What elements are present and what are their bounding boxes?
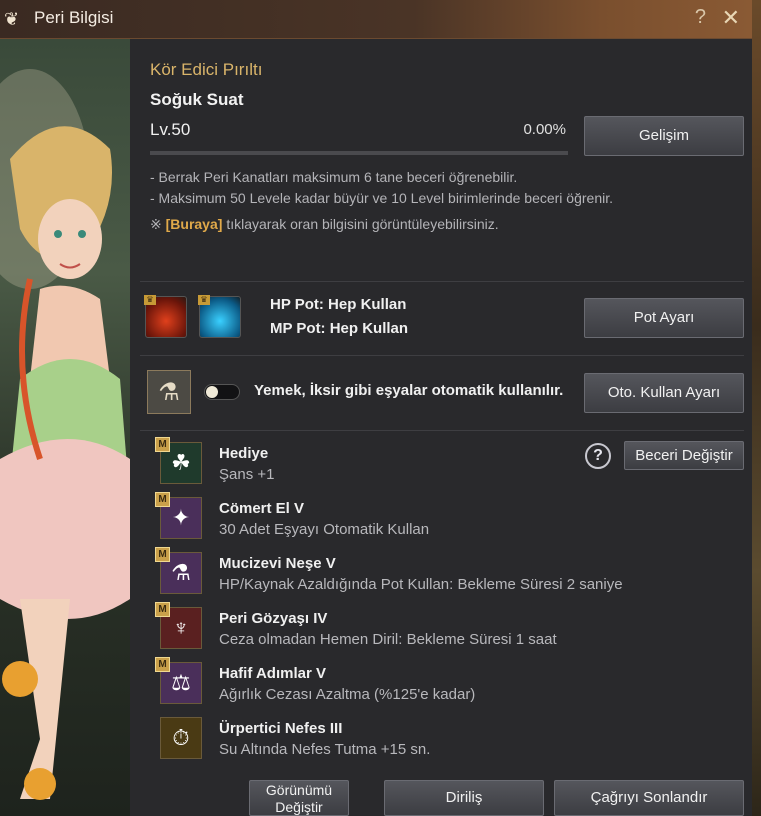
skill-description: 30 Adet Eşyayı Otomatik Kullan <box>219 521 430 538</box>
background-scenery <box>752 0 761 816</box>
auto-use-toggle[interactable] <box>204 384 240 400</box>
info-line-3-text: tıklayarak oran bilgisini görüntüleyebil… <box>226 216 499 232</box>
info-line-2: - Maksimum 50 Levele kadar büyür ve 10 L… <box>150 190 613 206</box>
skill-title: Ürpertici Nefes III <box>219 720 343 737</box>
toggle-knob <box>206 386 218 398</box>
divider <box>140 355 744 356</box>
skill-description: HP/Kaynak Azaldığında Pot Kullan: Beklem… <box>219 576 623 593</box>
skill-description: Şans +1 <box>219 466 275 483</box>
skill-grade-badge: M <box>155 547 170 562</box>
auto-use-description: Yemek, İksir gibi eşyalar otomatik kulla… <box>254 382 564 399</box>
progress-bar <box>150 151 568 155</box>
skill-description: Ağırlık Cezası Azaltma (%125'e kadar) <box>219 686 476 703</box>
skill-grade-badge: M <box>155 492 170 507</box>
skill-title: Cömert El V <box>219 500 305 517</box>
skill-grade-badge: M <box>155 657 170 672</box>
title-bar: ❦ Peri Bilgisi ? ✕ <box>0 0 752 39</box>
hp-pot-status: HP Pot: Hep Kullan <box>270 296 407 313</box>
fairy-illustration <box>0 69 130 800</box>
level-value: 50 <box>171 120 191 139</box>
info-line-3: ※ [Buraya] tıklayarak oran bilgisini gör… <box>150 216 499 233</box>
peri-portrait <box>0 39 130 816</box>
evolve-button[interactable]: Gelişim <box>584 116 744 156</box>
crown-icon: ♛ <box>198 295 210 305</box>
skill-help-icon[interactable]: ? <box>585 443 611 469</box>
progress-percent: 0.00% <box>523 121 566 138</box>
level-display: Lv.50 <box>150 120 190 140</box>
close-icon[interactable]: ✕ <box>722 5 740 31</box>
peri-name: Kör Edici Pırıltı <box>150 60 263 79</box>
hp-potion-icon[interactable]: ♛ <box>144 295 187 338</box>
window-title: Peri Bilgisi <box>34 8 114 27</box>
level-prefix: Lv. <box>150 120 172 139</box>
change-appearance-line-2: Değiştir <box>275 799 323 815</box>
note-mark: ※ <box>150 216 162 232</box>
skill-title: Hafif Adımlar V <box>219 665 326 682</box>
breath-icon[interactable]: ⏱ <box>160 717 202 759</box>
divider <box>140 281 744 282</box>
skill-grade-badge: M <box>155 437 170 452</box>
mp-potion-icon[interactable]: ♛ <box>198 295 241 338</box>
skill-description: Ceza olmadan Hemen Diril: Bekleme Süresi… <box>219 631 557 648</box>
change-appearance-button[interactable]: Görünümü Değiştir <box>249 780 349 816</box>
divider <box>140 430 744 431</box>
skill-grade-badge: M <box>155 602 170 617</box>
butterfly-icon: ❦ <box>4 9 20 29</box>
skill-title: Peri Gözyaşı IV <box>219 610 328 627</box>
help-icon[interactable]: ? <box>695 6 706 29</box>
rate-info-link[interactable]: [Buraya] <box>166 216 223 232</box>
mp-pot-status: MP Pot: Hep Kullan <box>270 320 409 337</box>
info-line-1: - Berrak Peri Kanatları maksimum 6 tane … <box>150 169 518 185</box>
skill-description: Su Altında Nefes Tutma +15 sn. <box>219 741 431 758</box>
crown-icon: ♛ <box>144 295 156 305</box>
dismiss-summon-button[interactable]: Çağrıyı Sonlandır <box>554 780 744 816</box>
pot-settings-button[interactable]: Pot Ayarı <box>584 298 744 338</box>
revive-button[interactable]: Diriliş <box>384 780 544 816</box>
skill-title: Mucizevi Neşe V <box>219 555 336 572</box>
auto-use-potion-gear-icon: ⚗ <box>147 370 191 414</box>
peri-subtitle: Soğuk Suat <box>150 90 244 109</box>
auto-use-settings-button[interactable]: Oto. Kullan Ayarı <box>584 373 744 413</box>
change-appearance-line-1: Görünümü <box>265 782 333 798</box>
change-skill-button[interactable]: Beceri Değiştir <box>624 441 744 470</box>
skill-title: Hediye <box>219 445 269 462</box>
